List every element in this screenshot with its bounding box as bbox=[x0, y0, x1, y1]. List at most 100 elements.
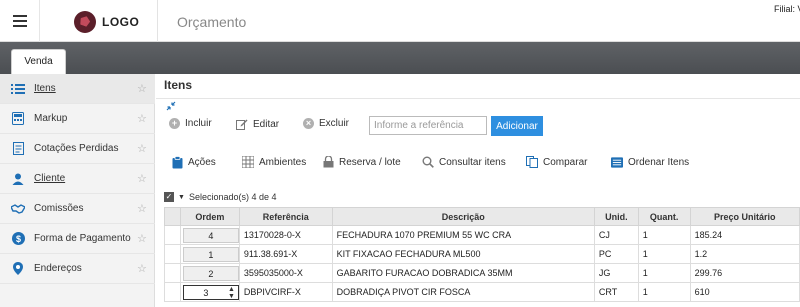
consultar-itens-button[interactable]: Consultar itens bbox=[422, 156, 506, 168]
top-bar: LOGO Orçamento Filial: V bbox=[0, 0, 800, 42]
incluir-label: Incluir bbox=[185, 118, 212, 129]
calculator-icon bbox=[11, 112, 25, 126]
lock-icon bbox=[322, 156, 334, 168]
compare-icon bbox=[526, 156, 538, 168]
acoes-label: Ações bbox=[188, 156, 216, 168]
menu-icon[interactable] bbox=[0, 0, 40, 42]
preco-cell: 610 bbox=[689, 282, 800, 302]
table-row[interactable]: 3 ▲ ▼ DBPIVCIRF-X DOBRADIÇA PIVOT CIR FOS… bbox=[164, 282, 800, 302]
row-checkbox-cell[interactable] bbox=[164, 244, 181, 264]
descricao-cell: FECHADURA 1070 PREMIUM 55 WC CRA bbox=[331, 225, 595, 245]
col-preco-unitario[interactable]: Preço Unitário bbox=[689, 207, 800, 226]
quant-cell: 1 bbox=[637, 282, 691, 302]
col-referencia[interactable]: Referência bbox=[238, 207, 333, 226]
preco-cell: 1.2 bbox=[689, 244, 800, 264]
header-divider bbox=[157, 0, 158, 42]
ambientes-button[interactable]: Ambientes bbox=[242, 156, 306, 168]
ordenar-itens-button[interactable]: Ordenar Itens bbox=[611, 156, 689, 168]
sidebar-item-label: Markup bbox=[34, 113, 68, 124]
row-checkbox-cell[interactable] bbox=[164, 282, 181, 302]
excluir-button[interactable]: × Excluir bbox=[303, 118, 349, 129]
star-icon[interactable]: ☆ bbox=[137, 172, 147, 185]
reference-input[interactable] bbox=[369, 116, 487, 135]
logo-mark-icon bbox=[74, 11, 96, 33]
list-icon bbox=[11, 82, 25, 96]
collapse-icon[interactable] bbox=[166, 101, 176, 111]
ordem-field[interactable]: 4 bbox=[182, 227, 239, 243]
editar-label: Editar bbox=[253, 118, 280, 130]
editar-button[interactable]: Editar bbox=[236, 118, 279, 130]
selection-row: ✓ ▼ Selecionado(s) 4 de 4 bbox=[164, 192, 277, 202]
sidebar-item-forma-de-pagamento[interactable]: $ Forma de Pagamento ☆ bbox=[0, 224, 155, 254]
ordem-cell: 3 ▲ ▼ bbox=[179, 282, 240, 302]
table-row[interactable]: 2 3595035000-X GABARITO FURACAO DOBRADIC… bbox=[164, 263, 800, 283]
sidebar-item-cliente[interactable]: Cliente ☆ bbox=[0, 164, 155, 194]
star-icon[interactable]: ☆ bbox=[137, 82, 147, 95]
comparar-label: Comparar bbox=[543, 156, 588, 168]
adicionar-button[interactable]: Adicionar bbox=[491, 116, 543, 136]
section-title: Itens bbox=[164, 78, 193, 92]
sidebar: Itens ☆ Markup ☆ Cotações Perdidas ☆ Cli… bbox=[0, 74, 155, 307]
select-all-checkbox[interactable]: ✓ bbox=[164, 192, 174, 202]
row-checkbox-cell[interactable] bbox=[164, 225, 181, 245]
row-checkbox-cell[interactable] bbox=[164, 263, 181, 283]
sidebar-item-itens[interactable]: Itens ☆ bbox=[0, 74, 155, 104]
dollar-icon: $ bbox=[11, 232, 25, 246]
table-row[interactable]: 1 911.38.691-X KIT FIXACAO FECHADURA ML5… bbox=[164, 244, 800, 264]
incluir-button[interactable]: + Incluir bbox=[169, 118, 212, 129]
sidebar-item-enderecos[interactable]: Endereços ☆ bbox=[0, 254, 155, 284]
sidebar-item-label: Cliente bbox=[34, 173, 66, 184]
acoes-button[interactable]: Ações bbox=[171, 155, 216, 168]
star-icon[interactable]: ☆ bbox=[137, 232, 147, 245]
ordem-field-active[interactable]: 3 ▲ ▼ bbox=[182, 284, 239, 300]
sidebar-item-label: Comissões bbox=[34, 203, 84, 214]
col-descricao[interactable]: Descrição bbox=[331, 207, 595, 226]
star-icon[interactable]: ☆ bbox=[137, 202, 147, 215]
referencia-cell: 911.38.691-X bbox=[238, 244, 333, 264]
preco-cell: 185.24 bbox=[689, 225, 800, 245]
table-row[interactable]: 4 13170028-0-X FECHADURA 1070 PREMIUM 55… bbox=[164, 225, 800, 245]
reserva-label: Reserva / lote bbox=[339, 156, 401, 168]
col-quant[interactable]: Quant. bbox=[637, 207, 691, 226]
referencia-cell: 13170028-0-X bbox=[238, 225, 333, 245]
comparar-button[interactable]: Comparar bbox=[526, 156, 587, 168]
referencia-cell: 3595035000-X bbox=[238, 263, 333, 283]
star-icon[interactable]: ☆ bbox=[137, 142, 147, 155]
quant-cell: 1 bbox=[637, 263, 691, 283]
ordem-field[interactable]: 2 bbox=[182, 265, 239, 281]
reserva-lote-button[interactable]: Reserva / lote bbox=[322, 156, 401, 168]
star-icon[interactable]: ☆ bbox=[137, 262, 147, 275]
remove-icon: × bbox=[303, 118, 314, 129]
quant-cell: 1 bbox=[637, 244, 691, 264]
referencia-cell: DBPIVCIRF-X bbox=[238, 282, 333, 302]
sidebar-item-label: Forma de Pagamento bbox=[34, 233, 131, 244]
sidebar-item-label: Itens bbox=[34, 83, 56, 94]
document-icon bbox=[11, 142, 25, 156]
col-ordem[interactable]: Ordem bbox=[179, 207, 240, 226]
main-content: Itens + Incluir Editar × Excluir Adicion… bbox=[156, 74, 800, 307]
sidebar-item-markup[interactable]: Markup ☆ bbox=[0, 104, 155, 134]
caret-down-icon[interactable]: ▼ bbox=[178, 194, 185, 201]
selection-count: Selecionado(s) 4 de 4 bbox=[188, 192, 277, 202]
tab-venda[interactable]: Venda bbox=[11, 49, 66, 74]
star-icon[interactable]: ☆ bbox=[137, 112, 147, 125]
ordem-cell: 1 bbox=[179, 244, 240, 264]
excluir-label: Excluir bbox=[319, 118, 350, 129]
descricao-cell: GABARITO FURACAO DOBRADICA 35MM bbox=[331, 263, 595, 283]
descricao-cell: DOBRADIÇA PIVOT CIR FOSCA bbox=[331, 282, 595, 302]
section-divider bbox=[156, 98, 800, 99]
sidebar-item-label: Cotações Perdidas bbox=[34, 143, 119, 154]
sidebar-item-comissoes[interactable]: Comissões ☆ bbox=[0, 194, 155, 224]
list-order-icon bbox=[611, 156, 623, 168]
sidebar-item-label: Endereços bbox=[34, 263, 82, 274]
ordem-cell: 4 bbox=[179, 225, 240, 245]
ordem-cell: 2 bbox=[179, 263, 240, 283]
col-unid[interactable]: Unid. bbox=[593, 207, 639, 226]
clipboard-icon bbox=[171, 155, 183, 168]
spinner-icon[interactable]: ▲ ▼ bbox=[228, 286, 235, 300]
items-table: Ordem Referência Descrição Unid. Quant. … bbox=[164, 207, 800, 302]
sidebar-item-cotacoes-perdidas[interactable]: Cotações Perdidas ☆ bbox=[0, 134, 155, 164]
filial-label: Filial: V bbox=[774, 4, 800, 14]
descricao-cell: KIT FIXACAO FECHADURA ML500 bbox=[331, 244, 595, 264]
ordem-field[interactable]: 1 bbox=[182, 246, 239, 262]
